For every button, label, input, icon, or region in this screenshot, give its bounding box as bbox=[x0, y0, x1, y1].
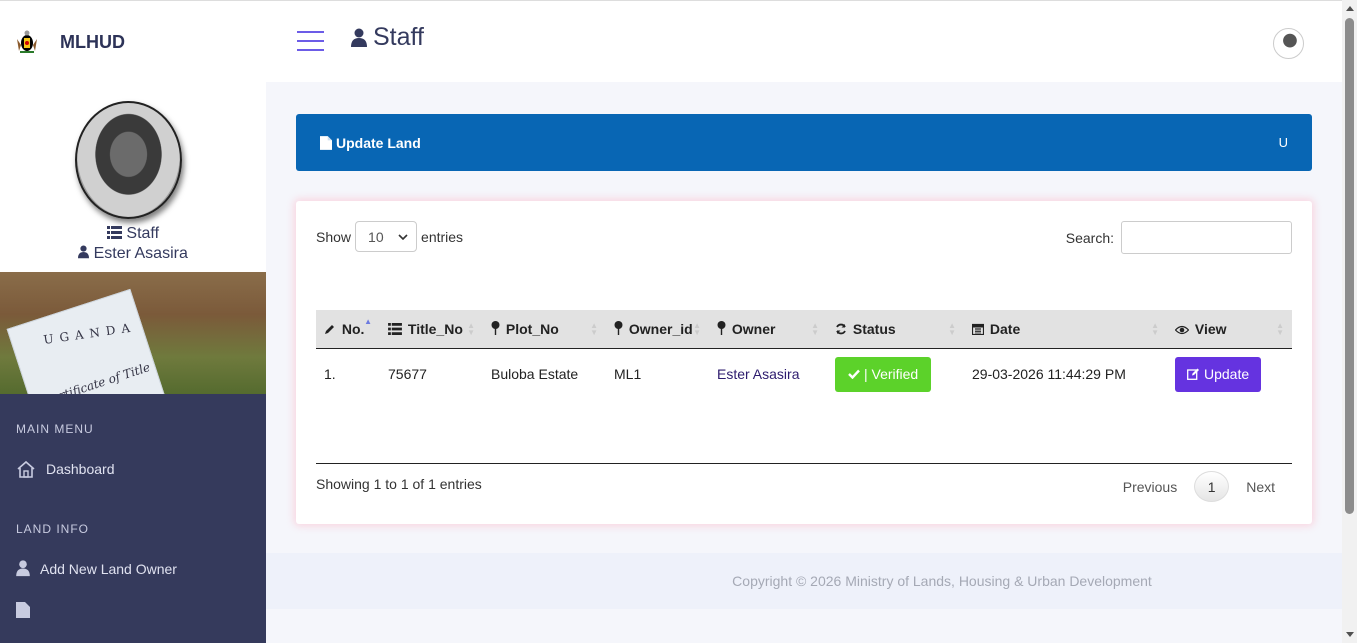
sort-icon: ▲ ▼ bbox=[467, 321, 475, 337]
col-title-no[interactable]: Title_No ▲ ▼ bbox=[380, 310, 483, 348]
cell-owner-id: ML1 bbox=[614, 366, 642, 383]
profile-role: Staff bbox=[0, 225, 266, 243]
col-owner[interactable]: Owner ▲ ▼ bbox=[709, 310, 827, 348]
chevron-down-icon bbox=[398, 233, 408, 240]
page-title: Staff bbox=[351, 23, 424, 52]
sort-icon: ▲ ▼ bbox=[1276, 321, 1284, 337]
table-header-row: No. ▲ Title_No ▲ ▼ Plot_No ▲ ▼ Owner_id … bbox=[316, 310, 1292, 348]
verified-badge: | Verified bbox=[835, 356, 932, 392]
map-pin-icon bbox=[614, 320, 623, 335]
list-icon bbox=[106, 226, 122, 239]
refresh-icon bbox=[836, 323, 846, 335]
sort-icon: ▲ ▼ bbox=[590, 321, 598, 337]
nav-section-land-info: LAND INFO bbox=[16, 522, 90, 536]
table-info: Showing 1 to 1 of 1 entries bbox=[316, 476, 482, 492]
search-control: Search: bbox=[1066, 221, 1292, 254]
main-content: Update Land U Show 10 entries Search: No… bbox=[266, 82, 1342, 643]
scroll-down-arrow-icon[interactable] bbox=[1346, 632, 1354, 637]
sort-icon: ▲ ▼ bbox=[811, 321, 819, 337]
cell-title-no: 75677 bbox=[388, 366, 427, 383]
edit-icon bbox=[1187, 368, 1199, 381]
sort-icon: ▲ ▼ bbox=[1151, 321, 1159, 337]
next-page-button[interactable]: Next bbox=[1229, 479, 1292, 495]
top-bar: MLHUD Staff bbox=[0, 0, 1342, 82]
search-input[interactable] bbox=[1121, 221, 1292, 254]
pagination: Previous 1 Next bbox=[1106, 471, 1292, 502]
brand-name: MLHUD bbox=[60, 31, 125, 52]
entries-select[interactable]: 10 bbox=[355, 221, 418, 252]
file-icon bbox=[16, 602, 30, 618]
calendar-icon bbox=[971, 323, 985, 335]
home-icon bbox=[17, 460, 35, 478]
col-view[interactable]: View ▲ ▼ bbox=[1167, 310, 1292, 348]
profile-name: Ester Asasira bbox=[0, 245, 266, 263]
pencil-icon bbox=[325, 324, 334, 334]
cell-plot-no: Buloba Estate bbox=[491, 366, 579, 383]
previous-page-button[interactable]: Previous bbox=[1106, 479, 1194, 495]
table-bottom-border bbox=[316, 463, 1292, 464]
table-row: 1. 75677 Buloba Estate ML1 Ester Asasira… bbox=[316, 348, 1292, 400]
brand[interactable]: MLHUD bbox=[0, 1, 266, 83]
sort-asc-icon: ▲ bbox=[364, 317, 372, 326]
user-icon bbox=[78, 245, 90, 259]
user-icon bbox=[16, 560, 30, 577]
check-icon bbox=[848, 369, 860, 380]
user-avatar[interactable] bbox=[1273, 28, 1304, 59]
data-table-card: Show 10 entries Search: No. ▲ Title_No ▲… bbox=[296, 201, 1312, 524]
col-plot-no[interactable]: Plot_No ▲ ▼ bbox=[483, 310, 606, 348]
cell-date: 29-03-2026 11:44:29 PM bbox=[972, 366, 1126, 383]
banner-title: Update Land bbox=[320, 135, 421, 151]
land-table: No. ▲ Title_No ▲ ▼ Plot_No ▲ ▼ Owner_id … bbox=[316, 310, 1292, 400]
cell-no: 1. bbox=[324, 366, 336, 383]
profile-photo bbox=[75, 101, 182, 219]
copyright-text: Copyright © 2026 Ministry of Lands, Hous… bbox=[732, 573, 1152, 589]
certificate-of-title: UGANDA Certificate of Title bbox=[6, 288, 168, 394]
scroll-up-arrow-icon[interactable] bbox=[1346, 6, 1354, 11]
nav-item-add-land-owner[interactable]: Add New Land Owner bbox=[16, 560, 177, 577]
update-button[interactable]: Update bbox=[1175, 356, 1262, 392]
col-owner-id[interactable]: Owner_id ▲ ▼ bbox=[606, 310, 709, 348]
nav-item-dashboard[interactable]: Dashboard bbox=[16, 460, 115, 478]
sort-icon: ▲ ▼ bbox=[948, 321, 956, 337]
coat-of-arms-logo bbox=[14, 29, 40, 55]
nav-item-document[interactable] bbox=[16, 602, 40, 618]
banner-right-text: U bbox=[1278, 135, 1288, 150]
list-icon bbox=[388, 322, 402, 335]
sort-icon: ▲ ▼ bbox=[693, 321, 701, 337]
cell-view: Update bbox=[1167, 348, 1292, 400]
page-banner: Update Land U bbox=[296, 114, 1312, 171]
main-nav: MAIN MENU Dashboard LAND INFO Add New La… bbox=[0, 394, 266, 643]
scroll-thumb[interactable] bbox=[1345, 18, 1354, 514]
user-icon bbox=[351, 28, 367, 47]
entries-length-control: Show 10 entries bbox=[316, 221, 463, 252]
footer: Copyright © 2026 Ministry of Lands, Hous… bbox=[266, 553, 1342, 609]
col-no[interactable]: No. ▲ bbox=[316, 310, 380, 348]
sidebar: Staff Ester Asasira UGANDA Certificate o… bbox=[0, 82, 266, 643]
page-scrollbar[interactable] bbox=[1342, 0, 1357, 643]
nav-section-main-menu: MAIN MENU bbox=[16, 422, 94, 436]
col-date[interactable]: Date ▲ ▼ bbox=[964, 310, 1167, 348]
eye-icon bbox=[1174, 325, 1190, 334]
file-icon bbox=[320, 135, 332, 150]
page-1-button[interactable]: 1 bbox=[1194, 471, 1230, 502]
certificate-banner-image: UGANDA Certificate of Title bbox=[0, 272, 266, 394]
map-pin-icon bbox=[717, 320, 726, 335]
menu-toggle-icon[interactable] bbox=[297, 31, 324, 53]
col-status[interactable]: Status ▲ ▼ bbox=[827, 310, 964, 348]
cell-owner: Ester Asasira bbox=[717, 366, 800, 383]
map-pin-icon bbox=[491, 320, 500, 335]
cell-status: | Verified bbox=[827, 348, 964, 400]
